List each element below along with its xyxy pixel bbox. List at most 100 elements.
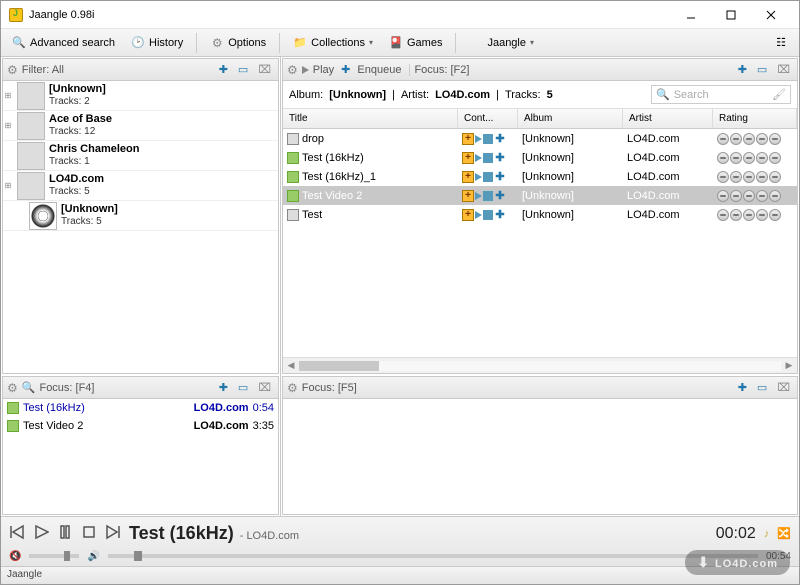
enqueue-icon[interactable]: ✚ bbox=[494, 133, 506, 145]
rating-dot[interactable] bbox=[730, 152, 742, 164]
col-album[interactable]: Album bbox=[518, 109, 623, 128]
rating-dot[interactable] bbox=[717, 152, 729, 164]
expand-button[interactable]: ▭ bbox=[235, 381, 251, 394]
history-button[interactable]: 🕑History bbox=[124, 32, 190, 54]
add-button[interactable]: ✚ bbox=[216, 381, 231, 394]
enqueue-icon[interactable]: ✚ bbox=[338, 63, 353, 76]
close-pane-button[interactable]: ⌧ bbox=[255, 381, 274, 394]
games-button[interactable]: 🎴Games bbox=[382, 32, 449, 54]
eq-button[interactable]: ♪ bbox=[764, 528, 770, 540]
col-controls[interactable]: Cont... bbox=[458, 109, 518, 128]
prev-button[interactable] bbox=[9, 524, 25, 543]
table-row[interactable]: Test + ✚ [Unknown] LO4D.com bbox=[283, 205, 797, 224]
artist-item[interactable]: ⊞ Ace of Base Tracks: 12 bbox=[3, 111, 278, 141]
expand-button[interactable]: ▭ bbox=[235, 63, 251, 76]
rating-dot[interactable] bbox=[756, 209, 768, 221]
table-row[interactable]: Test (16kHz)_1 + ✚ [Unknown] LO4D.com bbox=[283, 167, 797, 186]
rating-dot[interactable] bbox=[730, 171, 742, 183]
gear-icon[interactable]: ⚙ bbox=[7, 381, 18, 395]
enqueue-icon[interactable]: ✚ bbox=[494, 190, 506, 202]
rating-dot[interactable] bbox=[743, 133, 755, 145]
track-rating[interactable] bbox=[713, 152, 797, 164]
minimize-button[interactable] bbox=[671, 3, 711, 27]
rating-dot[interactable] bbox=[743, 209, 755, 221]
flag-icon[interactable] bbox=[483, 134, 493, 144]
mute-button[interactable]: 🔇 bbox=[9, 551, 21, 562]
rating-dot[interactable] bbox=[769, 171, 781, 183]
search-icon[interactable]: 🔍 bbox=[22, 381, 36, 394]
expand-button[interactable]: ▭ bbox=[754, 381, 770, 394]
stop-button[interactable] bbox=[81, 524, 97, 543]
rating-dot[interactable] bbox=[730, 209, 742, 221]
enqueue-icon[interactable]: ✚ bbox=[494, 209, 506, 221]
pause-button[interactable] bbox=[57, 524, 73, 543]
rating-dot[interactable] bbox=[756, 152, 768, 164]
track-rating[interactable] bbox=[713, 190, 797, 202]
enqueue-icon[interactable]: ✚ bbox=[494, 171, 506, 183]
rating-dot[interactable] bbox=[769, 152, 781, 164]
rating-dot[interactable] bbox=[730, 133, 742, 145]
options-button[interactable]: ⚙Options bbox=[203, 32, 273, 54]
horizontal-scrollbar[interactable]: ◀ ▶ bbox=[283, 357, 797, 373]
play-icon[interactable] bbox=[475, 211, 482, 219]
play-icon[interactable] bbox=[475, 135, 482, 143]
play-icon[interactable] bbox=[475, 192, 482, 200]
flag-icon[interactable] bbox=[483, 191, 493, 201]
rating-dot[interactable] bbox=[756, 171, 768, 183]
gear-icon[interactable]: ⚙ bbox=[287, 381, 298, 395]
clear-icon[interactable]: 🖌 bbox=[772, 88, 786, 101]
volume-slider[interactable] bbox=[29, 554, 79, 558]
expand-icon[interactable] bbox=[15, 201, 25, 230]
track-rating[interactable] bbox=[713, 133, 797, 145]
add-button[interactable]: ✚ bbox=[735, 381, 750, 394]
next-button[interactable] bbox=[105, 524, 121, 543]
table-row[interactable]: drop + ✚ [Unknown] LO4D.com bbox=[283, 129, 797, 148]
rating-dot[interactable] bbox=[717, 209, 729, 221]
layout-toggle-button[interactable]: ☷ bbox=[767, 32, 795, 54]
expand-icon[interactable]: ⊞ bbox=[3, 111, 13, 140]
rating-dot[interactable] bbox=[717, 171, 729, 183]
rating-dot[interactable] bbox=[743, 152, 755, 164]
table-row[interactable]: Test Video 2 + ✚ [Unknown] LO4D.com bbox=[283, 186, 797, 205]
scroll-right-icon[interactable]: ▶ bbox=[781, 360, 797, 371]
play-icon[interactable] bbox=[475, 173, 482, 181]
expand-icon[interactable] bbox=[3, 141, 13, 170]
add-icon[interactable]: + bbox=[462, 171, 474, 183]
maximize-button[interactable] bbox=[711, 3, 751, 27]
play-icon[interactable] bbox=[475, 154, 482, 162]
track-rating[interactable] bbox=[713, 171, 797, 183]
scroll-thumb[interactable] bbox=[299, 361, 379, 371]
enqueue-icon[interactable]: ✚ bbox=[494, 152, 506, 164]
rating-dot[interactable] bbox=[743, 171, 755, 183]
rating-dot[interactable] bbox=[717, 190, 729, 202]
add-button[interactable]: ✚ bbox=[735, 63, 750, 76]
col-artist[interactable]: Artist bbox=[623, 109, 713, 128]
play-icon[interactable] bbox=[302, 66, 309, 74]
close-button[interactable] bbox=[751, 3, 791, 27]
flag-icon[interactable] bbox=[483, 210, 493, 220]
enqueue-label[interactable]: Enqueue bbox=[357, 64, 401, 76]
track-rating[interactable] bbox=[713, 209, 797, 221]
rating-dot[interactable] bbox=[756, 190, 768, 202]
advanced-search-button[interactable]: 🔍Advanced search bbox=[5, 32, 122, 54]
artist-item[interactable]: ⊞ LO4D.com Tracks: 5 bbox=[3, 171, 278, 201]
close-pane-button[interactable]: ⌧ bbox=[255, 63, 274, 76]
rating-dot[interactable] bbox=[769, 190, 781, 202]
rating-dot[interactable] bbox=[743, 190, 755, 202]
flag-icon[interactable] bbox=[483, 172, 493, 182]
artist-item[interactable]: ⊞ [Unknown] Tracks: 2 bbox=[3, 81, 278, 111]
scroll-left-icon[interactable]: ◀ bbox=[283, 360, 299, 371]
add-icon[interactable]: + bbox=[462, 133, 474, 145]
add-icon[interactable]: + bbox=[462, 152, 474, 164]
expand-icon[interactable]: ⊞ bbox=[3, 81, 13, 110]
jaangle-menu-button[interactable]: Jaangle▾ bbox=[462, 32, 541, 54]
expand-button[interactable]: ▭ bbox=[754, 63, 770, 76]
rating-dot[interactable] bbox=[717, 133, 729, 145]
gear-icon[interactable]: ⚙ bbox=[7, 63, 18, 77]
rating-dot[interactable] bbox=[769, 209, 781, 221]
search-input[interactable]: 🔍 Search 🖌 bbox=[651, 85, 791, 104]
add-icon[interactable]: + bbox=[462, 190, 474, 202]
collections-button[interactable]: 📁Collections▾ bbox=[286, 32, 380, 54]
gear-icon[interactable]: ⚙ bbox=[287, 63, 298, 77]
play-label[interactable]: Play bbox=[313, 64, 334, 76]
